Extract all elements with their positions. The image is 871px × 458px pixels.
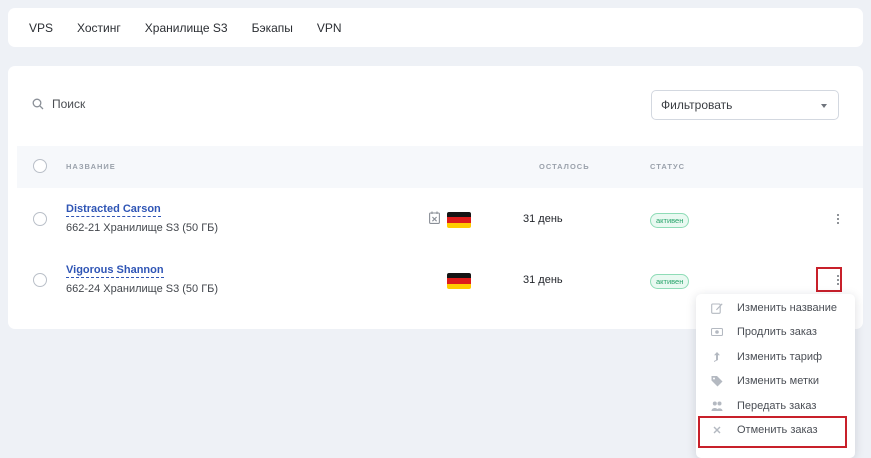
- arrow-up-icon: [714, 352, 720, 362]
- cancel-order-highlight: [698, 416, 847, 448]
- chevron-down-icon: [821, 104, 827, 108]
- kebab-icon: [837, 218, 839, 220]
- filter-select[interactable]: Фильтровать: [651, 90, 839, 120]
- days-left: 31 день: [523, 213, 563, 225]
- row-checkbox[interactable]: [33, 273, 47, 287]
- tab-backups[interactable]: Бэкапы: [252, 21, 293, 35]
- tags-icon: [711, 376, 723, 387]
- column-name: НАЗВАНИЕ: [66, 162, 116, 171]
- search-box: [32, 97, 252, 111]
- tab-s3-storage[interactable]: Хранилище S3: [145, 21, 228, 35]
- filter-label: Фильтровать: [661, 98, 733, 112]
- tab-hosting[interactable]: Хостинг: [77, 21, 121, 35]
- menu-item-label: Изменить название: [737, 302, 837, 314]
- tab-vps[interactable]: VPS: [29, 21, 53, 35]
- menu-item-change-tags[interactable]: Изменить метки: [710, 375, 850, 387]
- table-header: НАЗВАНИЕ ОСТАЛОСЬ СТАТУС: [17, 146, 863, 188]
- orders-card: Фильтровать НАЗВАНИЕ ОСТАЛОСЬ СТАТУС Dis…: [8, 66, 863, 329]
- column-status: СТАТУС: [650, 162, 686, 171]
- menu-item-label: Продлить заказ: [737, 326, 817, 338]
- menu-item-transfer[interactable]: Передать заказ: [710, 400, 850, 412]
- menu-item-rename[interactable]: Изменить название: [710, 302, 850, 314]
- calendar-icon: [429, 211, 440, 224]
- menu-item-label: Изменить тариф: [737, 351, 823, 363]
- order-details: 662-21 Хранилище S3 (50 ГБ): [66, 222, 219, 234]
- order-name-link[interactable]: Distracted Carson: [66, 203, 161, 217]
- germany-flag: [447, 273, 471, 289]
- table-row: Distracted Carson 662-21 Хранилище S3 (5…: [17, 188, 863, 248]
- tab-vpn[interactable]: VPN: [317, 21, 342, 35]
- money-icon: [711, 327, 723, 337]
- users-icon: [711, 401, 723, 411]
- menu-item-label: Передать заказ: [737, 400, 817, 412]
- search-icon: [32, 98, 44, 110]
- edit-icon: [711, 303, 723, 314]
- row-checkbox[interactable]: [33, 212, 47, 226]
- menu-item-change-tariff[interactable]: Изменить тариф: [710, 351, 850, 363]
- status-badge: активен: [650, 274, 690, 289]
- row-menu-button[interactable]: [828, 209, 848, 229]
- menu-item-renew[interactable]: Продлить заказ: [710, 326, 850, 338]
- status-badge: активен: [650, 213, 690, 228]
- days-left: 31 день: [523, 274, 563, 286]
- order-details: 662-24 Хранилище S3 (50 ГБ): [66, 283, 219, 295]
- column-left: ОСТАЛОСЬ: [539, 162, 590, 171]
- order-name-link[interactable]: Vigorous Shannon: [66, 264, 164, 278]
- search-input[interactable]: [52, 97, 252, 111]
- top-nav: VPS Хостинг Хранилище S3 Бэкапы VPN: [8, 8, 863, 47]
- germany-flag: [447, 212, 471, 228]
- kebab-highlight: [816, 267, 842, 292]
- select-all-checkbox[interactable]: [33, 159, 47, 173]
- menu-item-label: Изменить метки: [737, 375, 819, 387]
